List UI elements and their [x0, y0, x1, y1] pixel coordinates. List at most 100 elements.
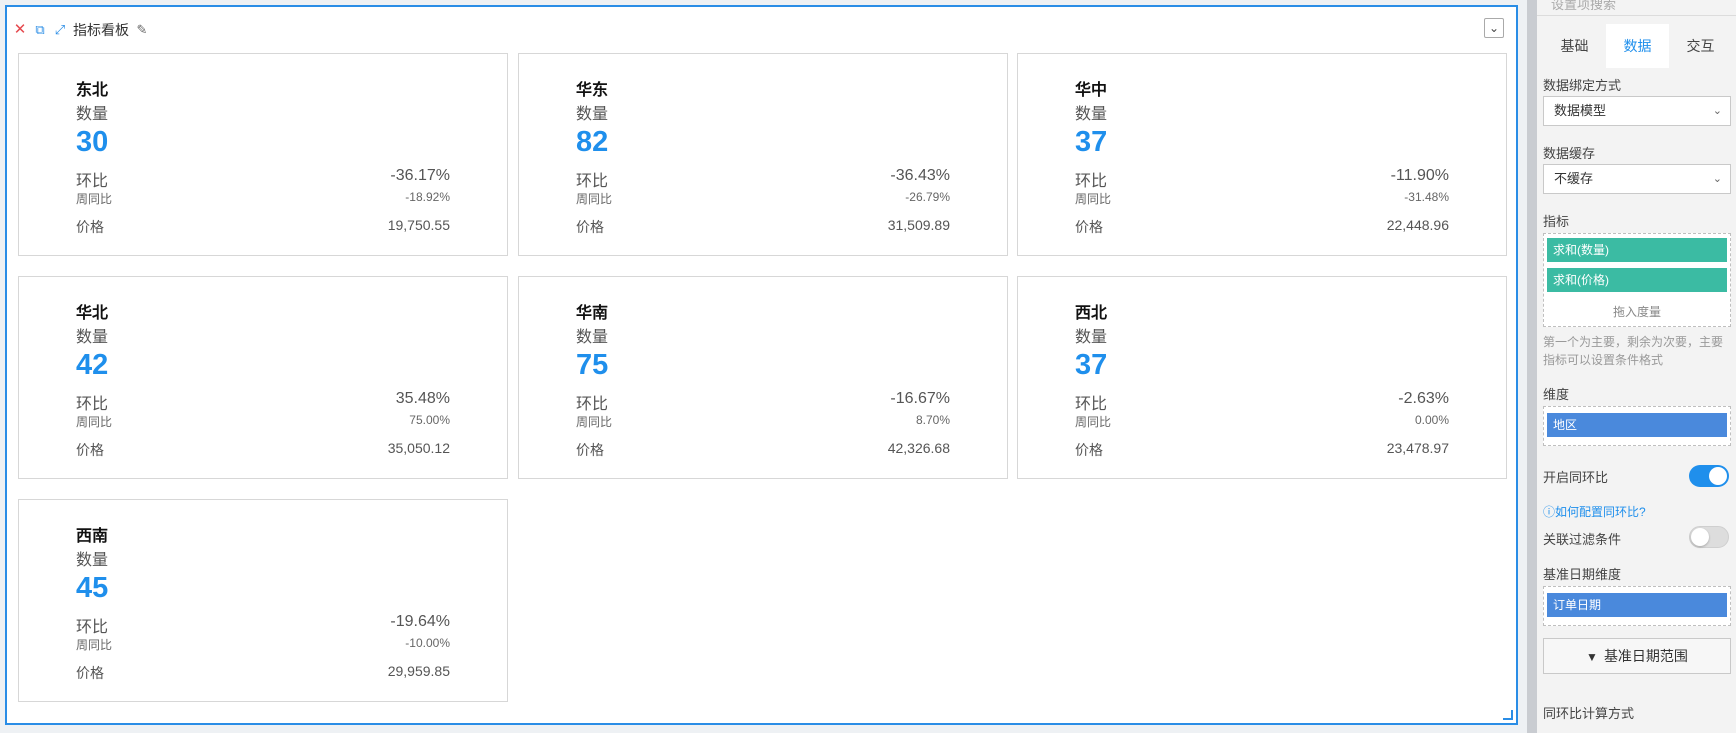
resize-handle[interactable]: [1503, 710, 1513, 720]
card-hb-label: 环比: [76, 619, 109, 636]
filter-icon: ▼: [1586, 650, 1598, 664]
card-tb-label: 周同比: [1075, 192, 1112, 206]
card-price-value: 22,448.96: [1386, 217, 1449, 233]
base-date-range-button[interactable]: ▼ 基准日期范围: [1543, 638, 1731, 674]
card-hb-value: -36.17%: [390, 167, 450, 184]
card-hb-label: 环比: [76, 396, 109, 413]
card-hb-value: 35.48%: [395, 390, 450, 407]
card-hb-value: -11.90%: [1390, 167, 1449, 184]
metrics-label: 指标: [1543, 214, 1570, 229]
metric-card-south[interactable]: 华南 数量 75 环比 -16.67% 周同比 8.70% 价格 42,326.…: [518, 276, 1008, 479]
binding-select[interactable]: 数据模型 ⌄: [1543, 96, 1731, 126]
chevron-down-icon: ⌄: [1712, 173, 1722, 185]
card-tb-label: 周同比: [76, 192, 113, 206]
card-hb-label: 环比: [576, 396, 609, 413]
metric-chip[interactable]: 求和(价格): [1547, 268, 1727, 292]
cache-label: 数据缓存: [1543, 146, 1596, 161]
card-hb-label: 环比: [1075, 173, 1108, 190]
card-tb-label: 周同比: [76, 638, 113, 652]
dimension-dropzone[interactable]: 地区: [1543, 406, 1731, 446]
copy-icon[interactable]: ⧉: [33, 23, 47, 37]
metric-card-southwest[interactable]: 西南 数量 45 环比 -19.64% 周同比 -10.00% 价格 29,95…: [18, 499, 508, 702]
filter-link-label: 关联过滤条件: [1543, 532, 1622, 547]
card-region: 西北: [1075, 305, 1108, 322]
tab-basic[interactable]: 基础: [1543, 24, 1606, 68]
metric-chip[interactable]: 求和(数量): [1547, 238, 1727, 262]
card-hb-label: 环比: [1075, 396, 1108, 413]
widget-title: 指标看板: [73, 22, 129, 38]
card-tb-value: 75.00%: [409, 413, 450, 427]
card-metric-value: 37: [1075, 126, 1108, 158]
yoy-help-link[interactable]: ⓘ如何配置同环比?: [1543, 503, 1646, 520]
collapse-button[interactable]: ⌄: [1484, 18, 1504, 38]
card-hb-value: -16.67%: [890, 390, 950, 407]
card-tb-label: 周同比: [1075, 415, 1112, 429]
tab-data[interactable]: 数据: [1606, 24, 1669, 68]
cache-select[interactable]: 不缓存 ⌄: [1543, 164, 1731, 194]
metric-card-central[interactable]: 华中 数量 37 环比 -11.90% 周同比 -31.48% 价格 22,44…: [1017, 53, 1507, 256]
card-price-value: 29,959.85: [387, 663, 450, 679]
indicator-board-widget[interactable]: ✕ ⧉ ⤢ 指标看板 ✎ ⌄ 东北 数量 30 环比 -36.17% 周同比 -…: [5, 5, 1518, 725]
yoy-help-text: 如何配置同环比?: [1555, 505, 1646, 519]
dimension-chip[interactable]: 地区: [1547, 413, 1727, 437]
card-tb-value: 8.70%: [915, 413, 950, 427]
cache-select-value: 不缓存: [1554, 171, 1594, 186]
metrics-dropzone[interactable]: 求和(数量) 求和(价格) 拖入度量: [1543, 233, 1731, 327]
card-tb-label: 周同比: [576, 192, 613, 206]
card-region: 华中: [1075, 82, 1108, 99]
card-tb-value: -10.00%: [405, 636, 450, 650]
card-price-label: 价格: [1075, 219, 1103, 235]
expand-icon[interactable]: ⤢: [53, 23, 67, 37]
metrics-drop-hint: 拖入度量: [1612, 305, 1661, 319]
close-icon[interactable]: ✕: [13, 22, 27, 37]
binding-label: 数据绑定方式: [1543, 78, 1622, 93]
card-metric-label: 数量: [576, 106, 609, 123]
card-hb-value: -19.64%: [390, 613, 450, 630]
card-metric-label: 数量: [76, 106, 109, 123]
card-region: 华南: [576, 305, 609, 322]
card-hb-label: 环比: [76, 173, 109, 190]
base-date-dropzone[interactable]: 订单日期: [1543, 586, 1731, 626]
dimension-label: 维度: [1543, 387, 1570, 402]
card-price-value: 35,050.12: [387, 440, 450, 456]
base-date-chip[interactable]: 订单日期: [1547, 593, 1727, 617]
metric-card-northwest[interactable]: 西北 数量 37 环比 -2.63% 周同比 0.00% 价格 23,478.9…: [1017, 276, 1507, 479]
yoy-label: 开启同环比: [1543, 470, 1609, 485]
card-hb-label: 环比: [576, 173, 609, 190]
card-metric-value: 37: [1075, 349, 1108, 381]
card-tb-value: 0.00%: [1414, 413, 1449, 427]
card-price-label: 价格: [76, 442, 104, 458]
settings-search-input[interactable]: 设置项搜索: [1551, 0, 1616, 13]
metrics-hint: 第一个为主要，剩余为次要，主要指标可以设置条件格式: [1543, 335, 1724, 367]
card-price-value: 23,478.97: [1386, 440, 1449, 456]
panel-divider[interactable]: [1527, 0, 1537, 733]
card-metric-label: 数量: [576, 329, 609, 346]
card-tb-value: -26.79%: [905, 190, 950, 204]
card-metric-value: 75: [576, 349, 609, 381]
card-metric-label: 数量: [1075, 329, 1108, 346]
base-date-label: 基准日期维度: [1543, 567, 1622, 582]
card-tb-value: -31.48%: [1404, 190, 1449, 204]
yoy-toggle[interactable]: [1689, 465, 1729, 487]
pencil-icon[interactable]: ✎: [135, 23, 149, 37]
card-tb-value: -18.92%: [405, 190, 450, 204]
card-metric-value: 82: [576, 126, 609, 158]
card-metric-label: 数量: [76, 552, 109, 569]
chevron-down-icon: ⌄: [1488, 21, 1500, 35]
metric-card-east[interactable]: 华东 数量 82 环比 -36.43% 周同比 -26.79% 价格 31,50…: [518, 53, 1008, 256]
metric-card-north[interactable]: 华北 数量 42 环比 35.48% 周同比 75.00% 价格 35,050.…: [18, 276, 508, 479]
filter-link-toggle[interactable]: [1689, 526, 1729, 548]
card-price-label: 价格: [76, 665, 104, 681]
card-region: 东北: [76, 82, 109, 99]
card-metric-value: 42: [76, 349, 109, 381]
card-metric-label: 数量: [1075, 106, 1108, 123]
card-price-value: 31,509.89: [887, 217, 950, 233]
card-price-label: 价格: [76, 219, 104, 235]
card-hb-value: -2.63%: [1398, 390, 1449, 407]
card-region: 华北: [76, 305, 109, 322]
base-date-range-label: 基准日期范围: [1603, 648, 1688, 664]
metric-card-northeast[interactable]: 东北 数量 30 环比 -36.17% 周同比 -18.92% 价格 19,75…: [18, 53, 508, 256]
toggle-knob: [1709, 467, 1727, 485]
tab-interaction[interactable]: 交互: [1669, 24, 1732, 68]
card-price-value: 19,750.55: [387, 217, 450, 233]
